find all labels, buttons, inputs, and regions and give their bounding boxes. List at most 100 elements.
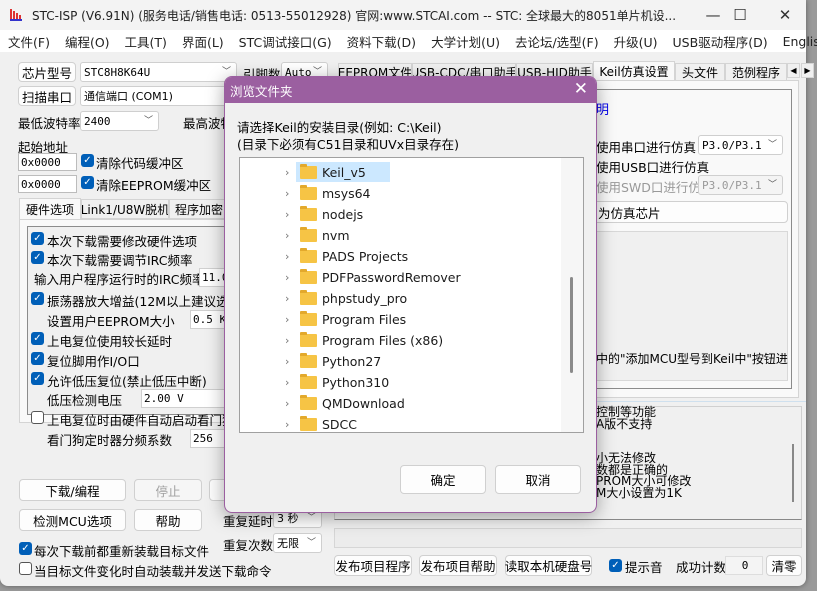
- cancel-button[interactable]: 取消: [495, 465, 581, 494]
- port-select[interactable]: 通信端口 (COM1): [80, 86, 230, 106]
- chip-model-button[interactable]: 芯片型号: [18, 62, 76, 82]
- auto-load-checkbox[interactable]: [19, 562, 32, 575]
- start-address-input-2[interactable]: 0x0000: [18, 175, 77, 193]
- clear-code-checkbox[interactable]: ✓: [81, 154, 94, 167]
- option-checkbox[interactable]: ✓: [31, 372, 44, 385]
- menu-item[interactable]: English: [783, 34, 817, 49]
- menu-item[interactable]: 去论坛/选型(F): [515, 32, 599, 51]
- read-disk-id-button[interactable]: 读取本机硬盘号: [505, 555, 592, 576]
- tab-scroll-left-button[interactable]: ◀: [787, 63, 800, 78]
- chevron-right-icon[interactable]: ›: [285, 208, 289, 221]
- folder-tree[interactable]: › Keil_v5 › msys64 › nodejs › nvm › PADS Projects…: [239, 157, 584, 433]
- option-checkbox[interactable]: ✓: [31, 292, 44, 305]
- min-baud-label: 最低波特率: [18, 116, 81, 131]
- folder-item[interactable]: › QMDownload: [240, 393, 560, 413]
- folder-name: Keil_v5: [322, 164, 366, 180]
- folder-item[interactable]: › PDFPasswordRemover: [240, 267, 560, 287]
- option-checkbox[interactable]: ✓: [31, 332, 44, 345]
- publish-help-button[interactable]: 发布项目帮助: [419, 555, 497, 576]
- chevron-right-icon[interactable]: ›: [285, 334, 289, 347]
- menu-item[interactable]: STC调试接口(G): [239, 32, 332, 51]
- chevron-right-icon[interactable]: ›: [285, 166, 289, 179]
- chip-model-select[interactable]: STC8H8K64U ﹀: [80, 62, 237, 82]
- chevron-right-icon[interactable]: ›: [285, 271, 289, 284]
- info-log-text: 控制等功能 A版不支持 小无法修改 数都是正确的 PROM大小可修改 M大小设置为1K: [596, 406, 691, 499]
- progress-bar: [334, 528, 802, 548]
- folder-item[interactable]: › Program Files: [240, 309, 560, 329]
- folder-name: SDCC: [322, 416, 358, 432]
- start-address-input-1[interactable]: 0x0000: [18, 153, 77, 171]
- chevron-down-icon: ﹀: [143, 116, 153, 127]
- tab-program-encrypt[interactable]: 程序加密: [169, 199, 229, 219]
- dialog-close-button[interactable]: ✕: [574, 79, 588, 99]
- chevron-right-icon[interactable]: ›: [285, 313, 289, 326]
- tab-3[interactable]: Keil仿真设置: [593, 61, 675, 81]
- option-value-input[interactable]: 2.00 V: [141, 389, 225, 408]
- folder-item[interactable]: › nodejs: [240, 204, 560, 224]
- folder-tree-scrollbar[interactable]: [561, 158, 583, 432]
- option-checkbox[interactable]: ✓: [31, 352, 44, 365]
- clear-eeprom-label: 清除EEPROM缓冲区: [96, 178, 212, 193]
- swd-sim-select[interactable]: P3.0/P3.1 ﹀: [698, 175, 783, 195]
- info-scrollbar[interactable]: [792, 444, 794, 502]
- chevron-right-icon[interactable]: ›: [285, 250, 289, 263]
- option-value-input[interactable]: 256: [190, 429, 225, 448]
- menu-item[interactable]: USB驱动程序(D): [673, 32, 768, 51]
- folder-icon: [300, 185, 317, 200]
- menu-item[interactable]: 界面(L): [182, 32, 224, 51]
- menu-item[interactable]: 编程(O): [65, 32, 110, 51]
- option-value-input[interactable]: 11.0: [199, 268, 225, 287]
- publish-program-button[interactable]: 发布项目程序: [334, 555, 412, 576]
- folder-item[interactable]: › phpstudy_pro: [240, 288, 560, 308]
- folder-item[interactable]: › PADS Projects: [240, 246, 560, 266]
- menu-item[interactable]: 大学计划(U): [431, 32, 500, 51]
- chevron-right-icon[interactable]: ›: [285, 418, 289, 431]
- scan-port-button[interactable]: 扫描串口: [18, 86, 76, 106]
- clear-count-button[interactable]: 清零: [766, 555, 802, 576]
- chevron-right-icon[interactable]: ›: [285, 355, 289, 368]
- folder-name: nodejs: [322, 206, 364, 222]
- download-program-button[interactable]: 下载/编程: [19, 479, 126, 501]
- scrollbar-thumb[interactable]: [570, 276, 573, 374]
- tab-5[interactable]: 范例程序: [725, 63, 787, 81]
- folder-icon: [300, 311, 317, 326]
- maximize-button[interactable]: ☐: [717, 0, 763, 30]
- serial-sim-select[interactable]: P3.0/P3.1 ﹀: [698, 135, 783, 155]
- option-checkbox[interactable]: ✓: [31, 232, 44, 245]
- chevron-right-icon[interactable]: ›: [285, 292, 289, 305]
- folder-item[interactable]: › Program Files (x86): [240, 330, 560, 350]
- menu-item[interactable]: 资料下载(D): [347, 32, 416, 51]
- sound-checkbox[interactable]: ✓: [609, 559, 622, 572]
- option-checkbox[interactable]: [31, 411, 44, 424]
- detect-mcu-button[interactable]: 检测MCU选项: [19, 509, 126, 531]
- folder-item[interactable]: › Python27: [240, 351, 560, 371]
- chevron-right-icon[interactable]: ›: [285, 187, 289, 200]
- chevron-right-icon[interactable]: ›: [285, 376, 289, 389]
- tab-scroll-right-button[interactable]: ▶: [801, 63, 814, 78]
- option-checkbox[interactable]: ✓: [31, 251, 44, 264]
- chevron-right-icon[interactable]: ›: [285, 397, 289, 410]
- folder-item[interactable]: › SDCC: [240, 414, 560, 432]
- chevron-down-icon: ﹀: [767, 180, 777, 191]
- keil-help-link[interactable]: 明: [596, 99, 609, 118]
- folder-item[interactable]: › msys64: [240, 183, 560, 203]
- min-baud-select[interactable]: 2400 ﹀: [80, 111, 159, 131]
- tab-link1-offline[interactable]: Link1/U8W脱机: [81, 199, 169, 219]
- repeat-count-select[interactable]: 无限 ﹀: [273, 533, 322, 553]
- reload-checkbox[interactable]: ✓: [19, 542, 32, 555]
- tab-hardware-options[interactable]: 硬件选项: [19, 198, 81, 220]
- menu-item[interactable]: 升级(U): [614, 32, 658, 51]
- clear-eeprom-checkbox[interactable]: ✓: [81, 176, 94, 189]
- folder-item[interactable]: › Python310: [240, 372, 560, 392]
- help-button[interactable]: 帮助: [134, 509, 202, 531]
- chevron-right-icon[interactable]: ›: [285, 229, 289, 242]
- folder-item[interactable]: › nvm: [240, 225, 560, 245]
- menu-item[interactable]: 工具(T): [125, 32, 167, 51]
- tab-4[interactable]: 头文件: [675, 63, 725, 81]
- ok-button[interactable]: 确定: [400, 465, 486, 494]
- menu-item[interactable]: 文件(F): [8, 32, 50, 51]
- stop-button[interactable]: 停止: [134, 479, 202, 501]
- folder-item[interactable]: › Keil_v5: [240, 162, 560, 182]
- option-value-input[interactable]: 0.5 K: [190, 310, 225, 329]
- close-button[interactable]: ✕: [762, 0, 808, 30]
